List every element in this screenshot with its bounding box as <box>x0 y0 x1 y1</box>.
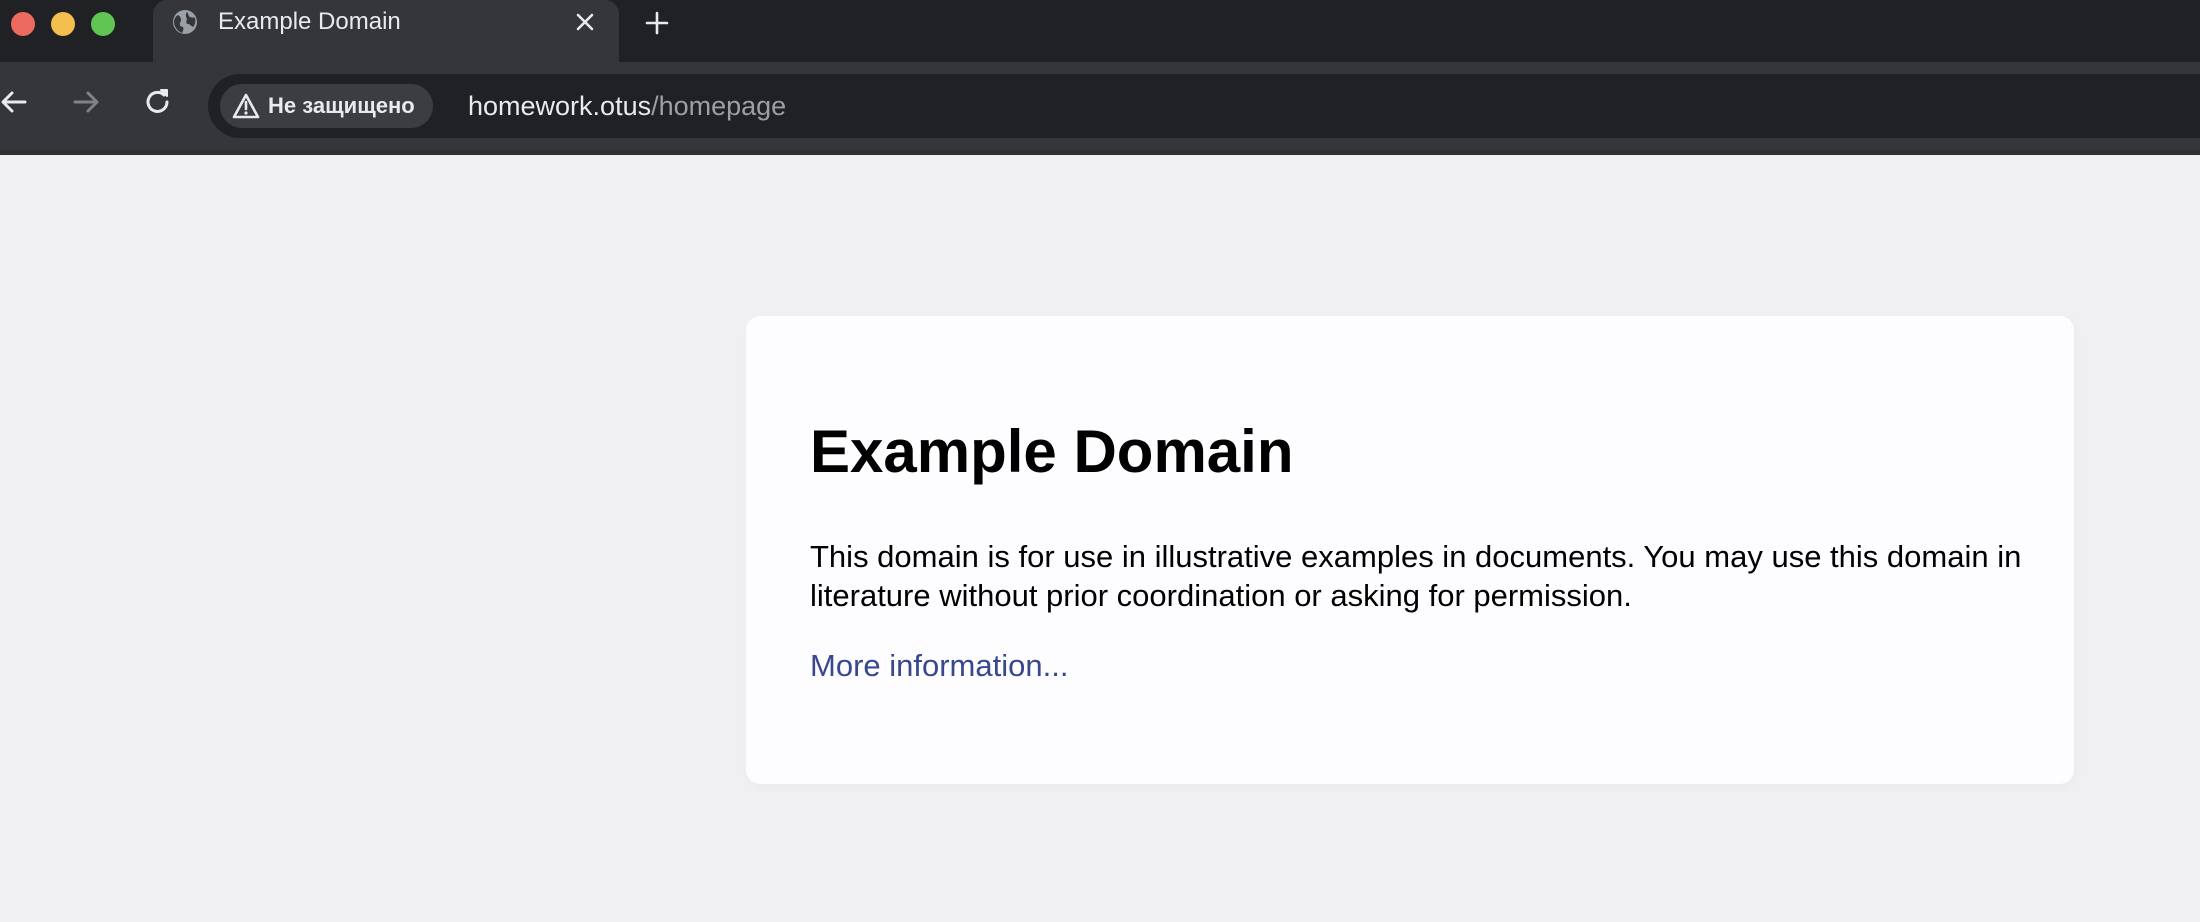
address-bar[interactable]: Не защищено homework.otus/homepage <box>208 74 2200 138</box>
url-path: /homepage <box>651 91 787 121</box>
warning-triangle-icon <box>232 92 260 120</box>
window-close-button[interactable] <box>11 12 35 36</box>
tab-title: Example Domain <box>218 8 401 35</box>
window-minimize-button[interactable] <box>51 12 75 36</box>
window-maximize-button[interactable] <box>91 12 115 36</box>
page-heading: Example Domain <box>810 418 1294 485</box>
url-text[interactable]: homework.otus/homepage <box>468 89 786 123</box>
plus-icon[interactable] <box>640 6 674 40</box>
browser-toolbar: Не защищено homework.otus/homepage <box>0 62 2200 155</box>
url-host: homework.otus <box>468 91 652 121</box>
page-viewport: Example Domain This domain is for use in… <box>0 155 2200 922</box>
browser-tab[interactable]: Example Domain <box>153 0 619 62</box>
tab-strip: Example Domain <box>0 0 2200 62</box>
forward-arrow-icon[interactable] <box>68 84 104 120</box>
security-indicator[interactable]: Не защищено <box>220 84 433 128</box>
reload-icon[interactable] <box>140 84 176 120</box>
page-description: This domain is for use in illustrative e… <box>810 539 2022 613</box>
security-label: Не защищено <box>268 93 415 118</box>
globe-icon <box>171 8 199 36</box>
content-card: Example Domain This domain is for use in… <box>746 316 2074 784</box>
close-icon[interactable] <box>571 8 599 36</box>
back-arrow-icon[interactable] <box>0 84 32 120</box>
more-information-link[interactable]: More information... <box>810 646 1068 685</box>
